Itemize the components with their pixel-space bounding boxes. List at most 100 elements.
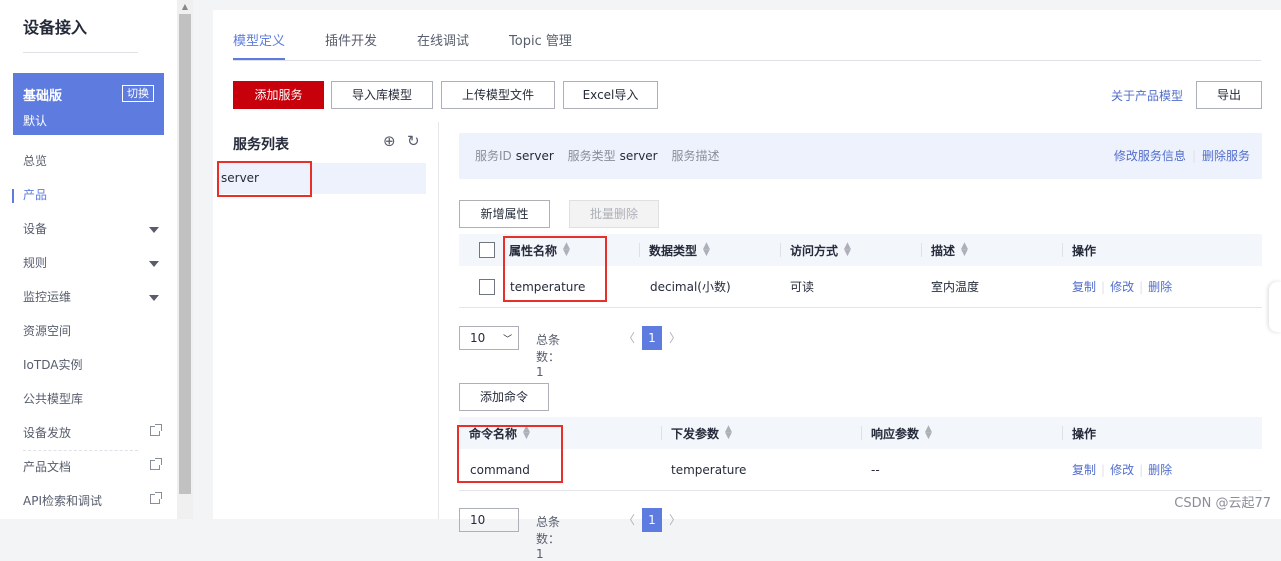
sidebar-item-product[interactable]: 产品	[0, 180, 177, 214]
sidebar-item-public-model-lib[interactable]: 公共模型库	[0, 384, 177, 418]
column-access-mode[interactable]: 访问方式 ▲▼	[790, 234, 852, 266]
prev-page-icon[interactable]: 〈	[623, 329, 635, 346]
total-count: 总条数：1	[536, 513, 560, 561]
sidebar-item-device[interactable]: 设备	[0, 214, 177, 248]
scrollbar-thumb[interactable]	[179, 14, 191, 494]
external-link-icon	[150, 494, 160, 504]
sidebar-item-iotda-instance[interactable]: IoTDA实例	[0, 350, 177, 384]
sidebar-title: 设备接入	[23, 14, 87, 38]
scroll-up-icon[interactable]: ▲	[180, 2, 190, 12]
sidebar-item-product-docs[interactable]: 产品文档	[0, 452, 177, 486]
tab-online-debug[interactable]: 在线调试	[417, 30, 469, 60]
select-all-checkbox[interactable]	[479, 234, 495, 266]
delete-link[interactable]: 删除	[1148, 461, 1172, 478]
sidebar-nav: 总览 产品 设备 规则 监控运维 资源空间 IoTDA实例 公共模型库 设备发放…	[0, 146, 177, 520]
next-page-icon[interactable]: 〉	[669, 511, 681, 528]
column-data-type[interactable]: 数据类型▲▼	[649, 234, 711, 266]
column-label: 操作	[1072, 242, 1096, 259]
checkbox[interactable]	[479, 242, 495, 258]
about-product-model-link[interactable]: 关于产品模型	[1111, 87, 1183, 104]
tab-plugin-dev[interactable]: 插件开发	[325, 30, 377, 60]
sidebar-item-device-provisioning[interactable]: 设备发放	[0, 418, 177, 452]
divider: |	[1101, 463, 1105, 477]
sort-icon[interactable]: ▲▼	[925, 426, 933, 440]
sidebar-item-resource-space[interactable]: 资源空间	[0, 316, 177, 350]
add-circle-icon[interactable]: ⊕	[383, 132, 396, 150]
total-count: 总条数：1	[536, 331, 560, 379]
divider: |	[1139, 280, 1143, 294]
upload-model-file-button[interactable]: 上传模型文件	[441, 81, 555, 109]
prev-page-icon[interactable]: 〈	[623, 511, 635, 528]
side-drawer-handle[interactable]	[1269, 282, 1281, 332]
watermark: CSDN @云起77	[1174, 492, 1271, 511]
copy-link[interactable]: 复制	[1072, 461, 1096, 478]
delete-link[interactable]: 删除	[1148, 278, 1172, 295]
sidebar-item-rules[interactable]: 规则	[0, 248, 177, 282]
sort-icon[interactable]: ▲▼	[961, 243, 969, 257]
import-library-model-button[interactable]: 导入库模型	[331, 81, 433, 109]
service-list-title: 服务列表	[233, 134, 289, 154]
add-command-button[interactable]: 添加命令	[459, 383, 549, 411]
export-button[interactable]: 导出	[1196, 81, 1262, 109]
sort-icon[interactable]: ▲▼	[703, 243, 711, 257]
add-property-button[interactable]: 新增属性	[459, 200, 550, 228]
column-send-params[interactable]: 下发参数▲▼	[671, 417, 733, 449]
current-page[interactable]: 1	[642, 508, 662, 532]
service-type-value: server	[620, 149, 658, 163]
row-operations: 复制|修改|删除	[1072, 449, 1172, 490]
column-operations: 操作	[1072, 234, 1096, 266]
current-page[interactable]: 1	[642, 326, 662, 350]
sidebar-item-label: API检索和调试	[23, 494, 102, 508]
sidebar-item-label: 设备发放	[23, 426, 71, 440]
main-panel: 模型定义 插件开发 在线调试 Topic 管理 添加服务 导入库模型 上传模型文…	[213, 10, 1281, 519]
copy-link[interactable]: 复制	[1072, 278, 1096, 295]
chevron-down-icon	[149, 227, 159, 233]
row-checkbox[interactable]	[479, 266, 495, 307]
column-label: 操作	[1072, 425, 1096, 442]
page-size-value: 10	[470, 513, 485, 527]
sidebar-scrollbar[interactable]: ▲	[177, 0, 193, 519]
page-size-select[interactable]: 10	[459, 508, 519, 532]
edit-link[interactable]: 修改	[1110, 278, 1134, 295]
column-label: 响应参数	[871, 425, 919, 442]
refresh-icon[interactable]: ↻	[407, 132, 420, 150]
edit-link[interactable]: 修改	[1110, 461, 1134, 478]
data-type-cell: decimal(小数)	[650, 266, 731, 307]
edition-card[interactable]: 基础版 默认 切换	[13, 73, 164, 135]
column-label: 描述	[931, 242, 955, 259]
edition-sub: 默认	[23, 112, 154, 129]
highlight-box	[217, 161, 312, 197]
sort-icon[interactable]: ▲▼	[725, 426, 733, 440]
service-info-links: 修改服务信息|删除服务	[1114, 133, 1250, 179]
column-label: 访问方式	[790, 242, 838, 259]
external-link-icon	[150, 460, 160, 470]
tab-divider	[233, 60, 1261, 61]
highlight-box	[457, 425, 563, 483]
sort-icon[interactable]: ▲▼	[844, 243, 852, 257]
sidebar-item-api-explorer[interactable]: API检索和调试	[0, 486, 177, 520]
edition-switch-button[interactable]: 切换	[122, 85, 154, 102]
tab-model-definition[interactable]: 模型定义	[233, 30, 285, 60]
page-size-select[interactable]: 10 ﹀	[459, 326, 519, 350]
table-header: 命令名称▲▼ 下发参数▲▼ 响应参数▲▼ 操作	[459, 417, 1262, 449]
delete-service-link[interactable]: 删除服务	[1202, 149, 1250, 163]
column-description[interactable]: 描述 ▲▼	[931, 234, 969, 266]
edit-service-link[interactable]: 修改服务信息	[1114, 149, 1186, 163]
excel-import-button[interactable]: Excel导入	[563, 81, 658, 109]
tab-topic-management[interactable]: Topic 管理	[509, 30, 572, 60]
sidebar-item-label: 规则	[23, 256, 47, 270]
sidebar: 设备接入 基础版 默认 切换 总览 产品 设备 规则 监控运维 资源空间 IoT…	[0, 0, 177, 519]
table-row: command temperature -- 复制|修改|删除	[459, 449, 1262, 491]
commands-table: 命令名称▲▼ 下发参数▲▼ 响应参数▲▼ 操作 command temperat…	[459, 417, 1262, 491]
checkbox[interactable]	[479, 279, 495, 295]
sidebar-item-overview[interactable]: 总览	[0, 146, 177, 180]
highlight-box	[503, 236, 607, 302]
chevron-down-icon	[149, 261, 159, 267]
tab-bar: 模型定义 插件开发 在线调试 Topic 管理	[233, 30, 572, 60]
sidebar-item-label: IoTDA实例	[23, 358, 82, 372]
batch-delete-button[interactable]: 批量删除	[569, 200, 659, 228]
column-response-params[interactable]: 响应参数 ▲▼	[871, 417, 933, 449]
add-service-button[interactable]: 添加服务	[233, 81, 324, 109]
sidebar-item-monitoring[interactable]: 监控运维	[0, 282, 177, 316]
next-page-icon[interactable]: 〉	[669, 329, 681, 346]
